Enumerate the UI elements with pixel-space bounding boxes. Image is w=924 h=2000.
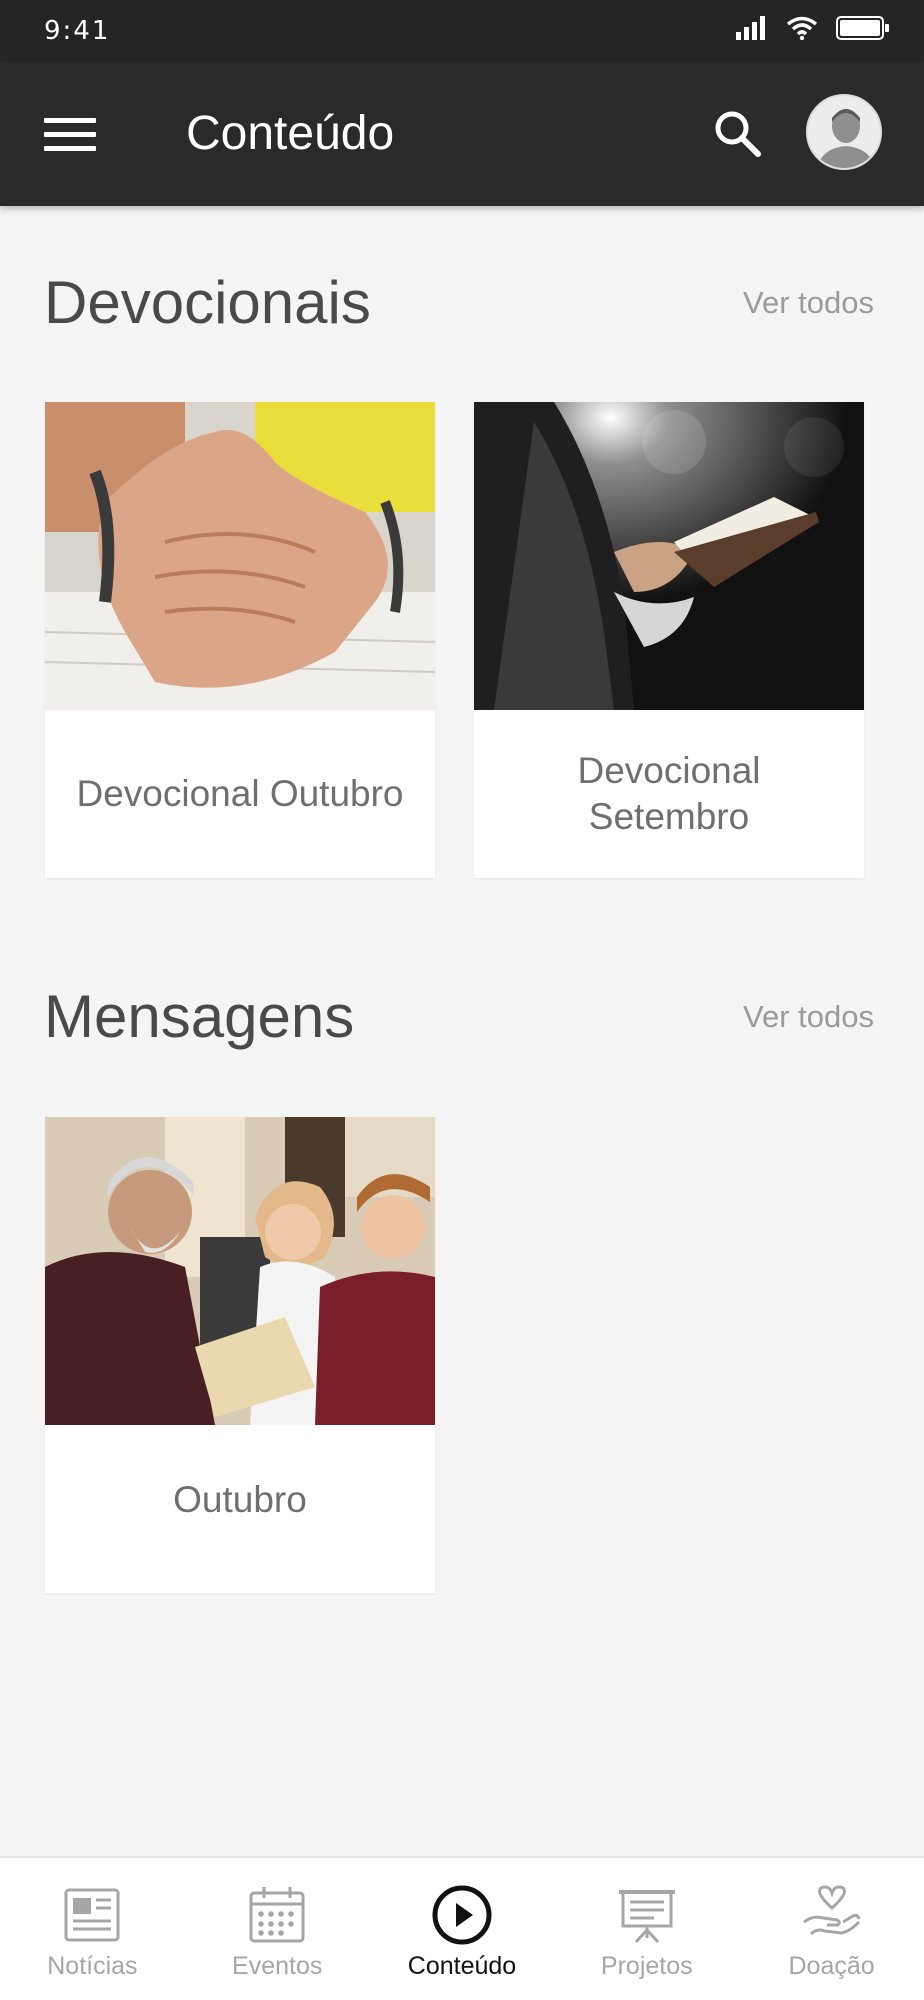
see-all-mensagens-link[interactable]: Ver todos <box>743 999 874 1035</box>
nav-item-conteudo[interactable]: Conteúdo <box>370 1858 555 2000</box>
card-title: Devocional Outubro <box>76 773 404 814</box>
card-title: Devocional Setembro <box>577 750 761 837</box>
status-icons <box>736 16 890 40</box>
avatar[interactable] <box>806 94 882 170</box>
search-icon[interactable] <box>710 106 766 162</box>
status-bar: 9:41 <box>0 0 924 62</box>
mensagem-card[interactable]: Outubro <box>45 1117 435 1593</box>
nav-label: Notícias <box>47 1952 138 1980</box>
nav-label: Projetos <box>600 1952 693 1980</box>
praying-hands-image <box>45 402 435 710</box>
menu-icon <box>44 117 96 123</box>
nav-item-projetos[interactable]: Projetos <box>554 1858 739 2000</box>
user-silhouette-icon <box>808 96 880 168</box>
nav-label: Conteúdo <box>407 1952 517 1980</box>
devocional-card[interactable]: Devocional Setembro <box>474 402 864 878</box>
section-title-mensagens: Mensagens <box>44 983 355 1050</box>
devocional-card[interactable]: Devocional Outubro <box>45 402 435 878</box>
page-title: Conteúdo <box>186 107 395 160</box>
section-title-devocionais: Devocionais <box>44 269 371 336</box>
wifi-icon <box>786 16 818 40</box>
hand-heart-icon <box>802 1885 861 1936</box>
calendar-icon <box>249 1887 305 1943</box>
menu-button[interactable] <box>38 106 102 162</box>
person-reading-bible-image <box>474 402 864 710</box>
play-circle-icon <box>432 1885 492 1945</box>
nav-label: Eventos <box>232 1952 323 1980</box>
bottom-navigation: Notícias Eventos Conteúdo Projetos Doaçã… <box>0 1856 924 2000</box>
app-bar: Conteúdo <box>0 62 924 206</box>
nav-label: Doação <box>788 1952 875 1980</box>
presentation-board-icon <box>618 1890 675 1944</box>
battery-icon <box>836 16 889 40</box>
signal-icon <box>736 16 765 40</box>
nav-item-eventos[interactable]: Eventos <box>185 1858 370 2000</box>
see-all-devocionais-link[interactable]: Ver todos <box>743 285 874 321</box>
card-title: Outubro <box>173 1479 307 1520</box>
grandfather-children-reading-image <box>45 1117 435 1425</box>
nav-item-noticias[interactable]: Notícias <box>0 1858 185 2000</box>
status-time: 9:41 <box>44 16 111 46</box>
nav-item-doacao[interactable]: Doação <box>739 1858 924 2000</box>
newspaper-icon <box>64 1888 120 1942</box>
